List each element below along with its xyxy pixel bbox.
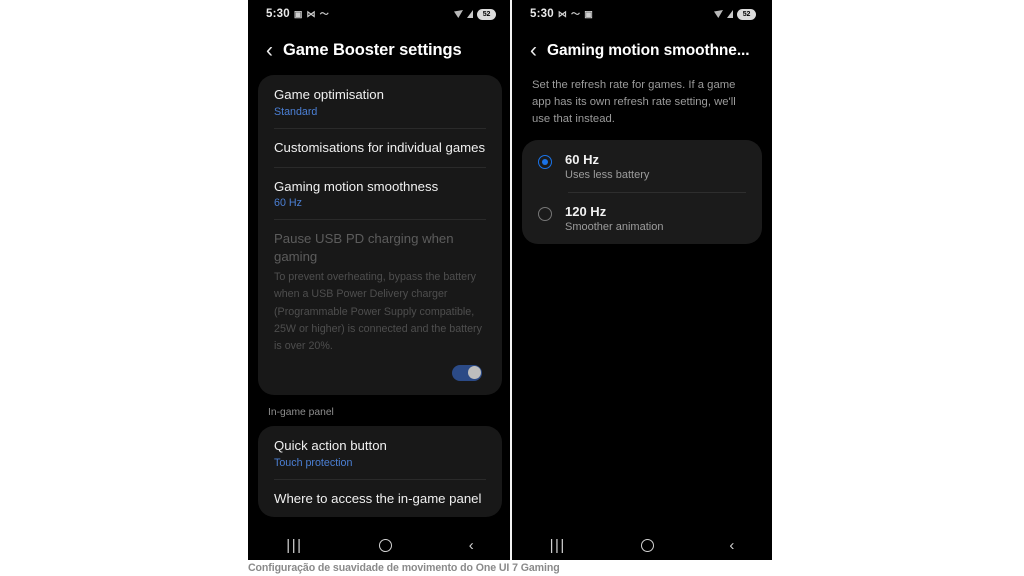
status-bar-right-group: 52: [454, 8, 496, 20]
row-description-disabled: To prevent overheating, bypass the batte…: [274, 271, 482, 353]
list-item-pause-usb-pd-charging: Pause USB PD charging when gaming To pre…: [258, 219, 502, 394]
back-button[interactable]: ‹: [530, 40, 537, 61]
home-icon[interactable]: [379, 538, 393, 552]
back-icon[interactable]: ‹: [729, 537, 734, 554]
status-bar-left-group: 5:30 ⋈ 〜 ▣: [530, 8, 593, 20]
app-bar-left: ‹ Game Booster settings: [248, 28, 512, 75]
row-title-disabled: Pause USB PD charging when gaming: [274, 231, 454, 265]
option-subtitle: Uses less battery: [565, 169, 650, 182]
toggle-wrapper: [274, 356, 486, 385]
navigation-bar-left: ||| ‹: [248, 530, 512, 560]
row-subtitle: Touch protection: [274, 456, 353, 469]
settings-card-main: Game optimisation Standard Customisation…: [258, 75, 502, 395]
back-icon[interactable]: ‹: [469, 537, 474, 554]
back-button[interactable]: ‹: [266, 40, 273, 61]
navigation-bar-right: ||| ‹: [512, 530, 772, 560]
settings-card-in-game-panel: Quick action button Touch protection Whe…: [258, 425, 502, 518]
list-item-game-optimisation[interactable]: Game optimisation Standard: [258, 75, 502, 128]
signal-icon: [467, 10, 473, 18]
row-title: Where to access the in-game panel: [274, 490, 482, 506]
wifi-icon: [714, 10, 723, 18]
phone-right: 5:30 ⋈ 〜 ▣ 52 ‹ Gaming motion smoothne..…: [512, 0, 772, 560]
pause-usb-pd-toggle[interactable]: [452, 364, 482, 381]
list-item-customisations[interactable]: Customisations for individual games: [258, 127, 502, 167]
status-bar-left-group: 5:30 ▣ ⋈ 〜: [266, 8, 329, 20]
wave-icon: 〜: [571, 8, 581, 19]
dnd-icon: ⋈: [306, 8, 316, 19]
status-bar-left: 5:30 ▣ ⋈ 〜 52: [248, 0, 512, 28]
home-icon[interactable]: [641, 538, 655, 552]
screenshot-icon: ▣: [293, 8, 303, 19]
page-title: Gaming motion smoothne...: [547, 41, 750, 59]
option-title: 60 Hz: [565, 152, 599, 168]
recents-icon[interactable]: |||: [550, 537, 566, 554]
battery-icon: 52: [737, 8, 756, 20]
list-item-where-to-access-panel[interactable]: Where to access the in-game panel: [258, 478, 502, 518]
dnd-icon: ⋈: [557, 8, 568, 19]
status-bar-right-group: 52: [714, 8, 756, 20]
status-time: 5:30: [266, 8, 290, 20]
option-60hz[interactable]: 60 Hz Uses less battery: [522, 140, 762, 192]
list-item-quick-action-button[interactable]: Quick action button Touch protection: [258, 426, 502, 479]
page-title: Game Booster settings: [283, 41, 462, 59]
option-text-group: 120 Hz Smoother animation: [565, 204, 663, 233]
status-bar-right: 5:30 ⋈ 〜 ▣ 52: [512, 0, 772, 28]
radio-icon-selected[interactable]: [538, 155, 552, 170]
option-title: 120 Hz: [565, 204, 607, 220]
row-title: Game optimisation: [274, 87, 384, 102]
toggle-knob: [467, 366, 481, 380]
page-description: Set the refresh rate for games. If a gam…: [532, 79, 736, 126]
signal-icon: [727, 10, 733, 18]
wave-icon: 〜: [319, 8, 329, 19]
row-title: Quick action button: [274, 437, 387, 453]
status-time: 5:30: [530, 8, 554, 20]
radio-icon-unselected[interactable]: [538, 207, 552, 222]
refresh-rate-options-card: 60 Hz Uses less battery 120 Hz Smoother …: [522, 140, 762, 245]
phone-left: 5:30 ▣ ⋈ 〜 52 ‹ Game Booster settings Ga…: [248, 0, 512, 560]
option-120hz[interactable]: 120 Hz Smoother animation: [522, 192, 762, 244]
screenshot-icon: ▣: [584, 8, 593, 19]
option-subtitle: Smoother animation: [565, 221, 664, 234]
battery-icon: 52: [477, 8, 496, 20]
row-subtitle: 60 Hz: [274, 197, 302, 210]
row-title: Customisations for individual games: [274, 139, 486, 155]
recents-icon[interactable]: |||: [286, 537, 302, 554]
section-header-in-game-panel: In-game panel: [268, 406, 334, 418]
image-caption: Configuração de suavidade de movimento d…: [248, 562, 560, 574]
app-bar-right: ‹ Gaming motion smoothne...: [512, 28, 772, 75]
list-item-gaming-motion-smoothness[interactable]: Gaming motion smoothness 60 Hz: [258, 166, 502, 220]
row-subtitle: Standard: [274, 105, 318, 118]
option-text-group: 60 Hz Uses less battery: [565, 152, 649, 181]
wifi-icon: [454, 10, 463, 18]
row-title: Gaming motion smoothness: [274, 178, 439, 194]
screenshot-stage: 5:30 ▣ ⋈ 〜 52 ‹ Game Booster settings Ga…: [0, 0, 1024, 576]
